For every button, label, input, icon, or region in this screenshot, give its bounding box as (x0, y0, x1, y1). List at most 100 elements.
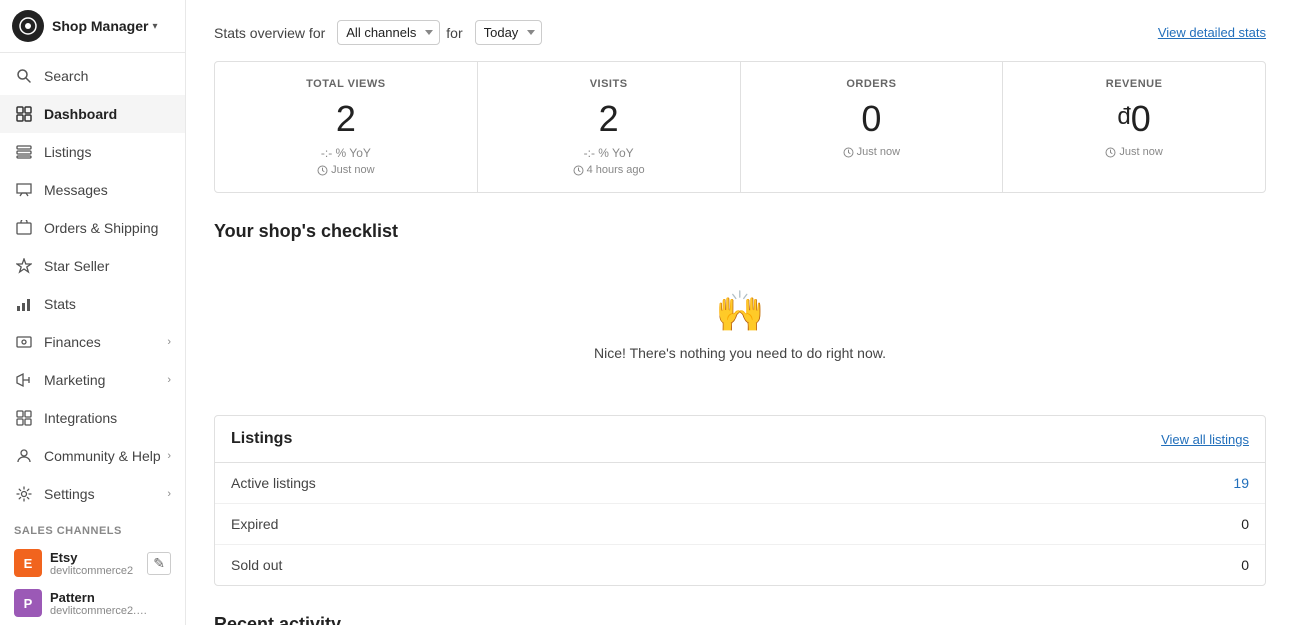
stat-card-total-views: TOTAL VIEWS 2 -:- % YoY Just now (215, 62, 478, 192)
marketing-arrow: › (167, 374, 171, 386)
expired-listings-label: Expired (231, 516, 278, 532)
orders-label: ORDERS (761, 78, 983, 90)
sidebar-settings-label: Settings (44, 486, 95, 502)
active-listings-value: 19 (1233, 475, 1249, 491)
stats-icon (14, 294, 34, 314)
total-views-yoy: -:- % YoY (235, 146, 457, 160)
integrations-icon (14, 408, 34, 428)
community-arrow: › (167, 450, 171, 462)
sidebar-item-community[interactable]: Community & Help › (0, 437, 185, 475)
orders-time-text: Just now (857, 146, 900, 158)
stat-card-orders: ORDERS 0 Just now (741, 62, 1004, 192)
dashboard-icon (14, 104, 34, 124)
sidebar-item-integrations[interactable]: Integrations (0, 399, 185, 437)
sidebar-dashboard-label: Dashboard (44, 106, 117, 122)
orders-icon (14, 218, 34, 238)
total-views-label: TOTAL VIEWS (235, 78, 457, 90)
sidebar-item-star-seller[interactable]: Star Seller (0, 247, 185, 285)
view-all-listings-link[interactable]: View all listings (1161, 432, 1249, 447)
checklist-section: Your shop's checklist 🙌 Nice! There's no… (214, 221, 1266, 391)
search-icon (14, 66, 34, 86)
checklist-title: Your shop's checklist (214, 221, 1266, 242)
sidebar-item-settings[interactable]: Settings › (0, 475, 185, 513)
sidebar-header[interactable]: Shop Manager ▾ (0, 0, 185, 53)
total-views-time: Just now (235, 164, 457, 176)
sidebar-item-stats[interactable]: Stats (0, 285, 185, 323)
visits-label: VISITS (498, 78, 720, 90)
revenue-currency: đ (1117, 103, 1130, 130)
visits-time-text: 4 hours ago (587, 164, 645, 176)
stats-cards: TOTAL VIEWS 2 -:- % YoY Just now VISITS … (214, 61, 1266, 193)
sidebar-item-dashboard[interactable]: Dashboard (0, 95, 185, 133)
revenue-time: Just now (1023, 146, 1245, 158)
pattern-sub: devlitcommerce2.patternbyetsy.com (50, 605, 150, 617)
visits-value: 2 (498, 98, 720, 140)
shop-manager-arrow: ▾ (152, 21, 157, 32)
etsy-edit-button[interactable]: ✎ (147, 552, 171, 575)
revenue-label: REVENUE (1023, 78, 1245, 90)
pattern-badge: P (14, 589, 42, 617)
revenue-time-text: Just now (1119, 146, 1162, 158)
revenue-value: đ0 (1023, 98, 1245, 140)
shop-manager-title: Shop Manager (52, 18, 148, 34)
stat-card-revenue: REVENUE đ0 Just now (1003, 62, 1265, 192)
clock-icon-revenue (1105, 147, 1116, 158)
pattern-name: Pattern (50, 590, 171, 605)
orders-value: 0 (761, 98, 983, 140)
active-listings-label: Active listings (231, 475, 316, 491)
listings-header: Listings View all listings (215, 416, 1265, 463)
listing-row-active: Active listings 19 (215, 463, 1265, 504)
clock-icon-orders (843, 147, 854, 158)
listings-icon (14, 142, 34, 162)
finances-icon (14, 332, 34, 352)
sidebar-search-label: Search (44, 68, 88, 84)
sidebar-stats-label: Stats (44, 296, 76, 312)
finances-arrow: › (167, 336, 171, 348)
sidebar-star-seller-label: Star Seller (44, 258, 109, 274)
sidebar-community-label: Community & Help (44, 448, 161, 464)
orders-time: Just now (761, 146, 983, 158)
sidebar-item-search[interactable]: Search (0, 57, 185, 95)
settings-arrow: › (167, 488, 171, 500)
etsy-badge: E (14, 549, 42, 577)
sidebar-item-marketing[interactable]: Marketing › (0, 361, 185, 399)
sales-channels-label: SALES CHANNELS (14, 525, 171, 537)
sidebar-finances-label: Finances (44, 334, 101, 350)
main-content: Stats overview for All channels for Toda… (186, 0, 1294, 625)
etsy-info: Etsy devlitcommerce2 (50, 550, 147, 577)
period-select[interactable]: Today (475, 20, 542, 45)
sidebar-integrations-label: Integrations (44, 410, 117, 426)
etsy-name: Etsy (50, 550, 147, 565)
etsy-sub: devlitcommerce2 (50, 565, 147, 577)
listings-title: Listings (231, 430, 292, 448)
marketing-icon (14, 370, 34, 390)
messages-icon (14, 180, 34, 200)
visits-yoy: -:- % YoY (498, 146, 720, 160)
sidebar-item-listings[interactable]: Listings (0, 133, 185, 171)
view-detailed-stats-link[interactable]: View detailed stats (1158, 25, 1266, 40)
sidebar-listings-label: Listings (44, 144, 91, 160)
celebration-icon: 🙌 (715, 288, 765, 335)
sidebar-item-orders[interactable]: Orders & Shipping (0, 209, 185, 247)
checklist-empty: 🙌 Nice! There's nothing you need to do r… (214, 258, 1266, 391)
clock-icon-visits (573, 165, 584, 176)
channel-item-pattern[interactable]: P Pattern devlitcommerce2.patternbyetsy.… (14, 583, 171, 623)
for-label: for (446, 25, 462, 41)
sidebar-messages-label: Messages (44, 182, 108, 198)
channel-item-etsy[interactable]: E Etsy devlitcommerce2 ✎ (14, 543, 171, 583)
stats-overview-label: Stats overview for (214, 25, 325, 41)
clock-icon (317, 165, 328, 176)
channel-select[interactable]: All channels (337, 20, 440, 45)
sidebar-marketing-label: Marketing (44, 372, 105, 388)
shop-manager-logo (12, 10, 44, 42)
sidebar-item-finances[interactable]: Finances › (0, 323, 185, 361)
sidebar-item-messages[interactable]: Messages (0, 171, 185, 209)
stat-card-visits: VISITS 2 -:- % YoY 4 hours ago (478, 62, 741, 192)
sidebar-orders-label: Orders & Shipping (44, 220, 158, 236)
settings-icon (14, 484, 34, 504)
recent-activity-section: Recent activity You have no recent activ… (214, 614, 1266, 625)
pattern-info: Pattern devlitcommerce2.patternbyetsy.co… (50, 590, 171, 617)
total-views-value: 2 (235, 98, 457, 140)
sold-out-value: 0 (1241, 557, 1249, 573)
sidebar-nav: Search Dashboard (0, 53, 185, 517)
